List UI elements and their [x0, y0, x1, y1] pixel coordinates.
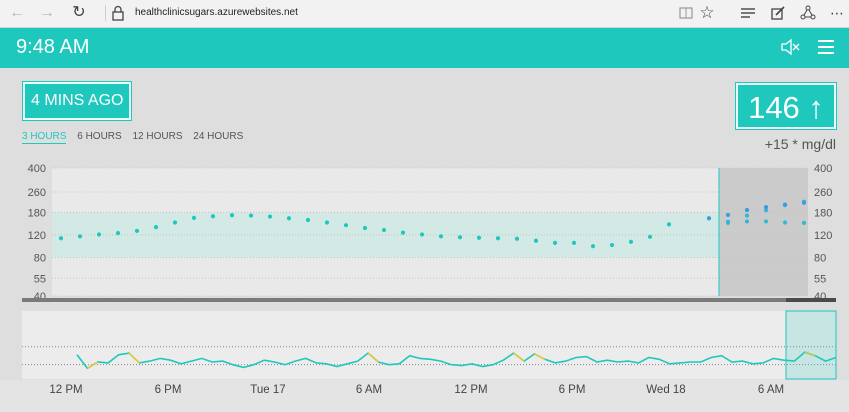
- bg-focus-chart[interactable]: 400 400260 260180 180120 12080 8055 5540 40: [0, 158, 849, 303]
- bg-reading-point: [495, 236, 501, 241]
- bg-reading-point: [476, 235, 482, 240]
- bg-reading-point: [533, 238, 539, 243]
- y-tick-label-right: 80: [814, 252, 826, 264]
- bg-reading-point: [419, 232, 425, 237]
- prediction-point: [782, 202, 788, 207]
- prediction-point: [801, 200, 807, 205]
- bg-reading-point: [191, 215, 197, 221]
- y-tick-label-left: 180: [28, 207, 46, 219]
- app-header: 9:48 AM: [0, 28, 849, 68]
- forecast-point: [744, 219, 750, 224]
- bg-reading-point: [590, 244, 596, 249]
- tab-6-hours[interactable]: 6 HOURS: [77, 131, 121, 143]
- bg-reading-point: [305, 217, 311, 223]
- tab-12-hours[interactable]: 12 HOURS: [132, 131, 182, 143]
- bg-reading-point: [324, 220, 330, 225]
- x-tick-label: 12 PM: [454, 384, 487, 396]
- bg-reading-point: [248, 213, 254, 218]
- bg-reading-point: [153, 225, 159, 230]
- bg-reading-point: [58, 236, 64, 241]
- scrollbar-thumb: [786, 298, 836, 302]
- forecast-point: [763, 219, 769, 224]
- y-tick-label-left: 260: [28, 187, 46, 199]
- prediction-point: [706, 216, 712, 221]
- x-tick-label: 12 PM: [49, 384, 82, 396]
- bg-reading-point: [571, 240, 577, 245]
- bg-reading-point: [134, 228, 140, 234]
- bg-reading-point: [115, 231, 121, 236]
- reading-view-icon[interactable]: [679, 6, 693, 20]
- brush-selection: [785, 310, 837, 380]
- y-tick-label-right: 400: [814, 163, 832, 175]
- lock-icon: [112, 5, 124, 21]
- bg-reading-point: [267, 214, 273, 219]
- bg-reading-point: [286, 216, 292, 221]
- range-tabs: 3 HOURS 6 HOURS 12 HOURS 24 HOURS: [22, 131, 251, 144]
- x-tick-label: Wed 18: [646, 384, 685, 396]
- bg-reading-point: [343, 223, 349, 228]
- bg-reading-point: [609, 242, 615, 248]
- future-background: [719, 168, 808, 296]
- last-reading-badge: 4 MINS AGO: [23, 82, 132, 120]
- bg-reading-point: [400, 230, 406, 235]
- y-tick-label-left: 80: [34, 252, 46, 264]
- refresh-icon[interactable]: ↻: [68, 3, 90, 23]
- current-time: 9:48 AM: [16, 36, 90, 58]
- scrollbar-track: [22, 298, 836, 302]
- y-tick-label-right: 120: [814, 230, 832, 242]
- x-tick-label: 6 PM: [559, 384, 586, 396]
- bg-reading-point: [381, 227, 387, 233]
- y-tick-label-right: 55: [814, 273, 826, 285]
- y-tick-label-left: 120: [28, 230, 46, 242]
- prediction-point: [744, 207, 750, 213]
- bg-reading-point: [96, 232, 102, 237]
- bg-reading-point: [457, 235, 463, 240]
- x-tick-label: 6 AM: [356, 384, 382, 396]
- tab-3-hours[interactable]: 3 HOURS: [22, 131, 67, 144]
- toolbar-divider: [105, 5, 106, 21]
- x-tick-label: 6 PM: [155, 384, 182, 396]
- bg-reading-point: [628, 239, 634, 244]
- address-bar[interactable]: healthclinicsugars.azurewebsites.net: [135, 7, 298, 18]
- bg-reading-point: [229, 213, 235, 218]
- share-icon[interactable]: [800, 5, 816, 21]
- mute-icon[interactable]: [780, 37, 800, 57]
- bg-delta: +15 * mg/dl: [764, 136, 836, 152]
- tab-24-hours[interactable]: 24 HOURS: [193, 131, 243, 143]
- prediction-point: [763, 204, 769, 210]
- forecast-point: [725, 220, 731, 225]
- y-tick-label-left: 55: [34, 273, 46, 285]
- back-icon[interactable]: ←: [6, 3, 28, 23]
- forecast-point: [782, 220, 788, 225]
- x-tick-label: Tue 17: [250, 384, 285, 396]
- bg-reading-point: [172, 220, 178, 225]
- bg-reading-point: [210, 214, 216, 219]
- bg-reading-point: [514, 236, 520, 241]
- bg-reading-point: [438, 234, 444, 239]
- bg-reading-point: [552, 240, 558, 245]
- browser-toolbar: ← → ↻ healthclinicsugars.azurewebsites.n…: [0, 0, 849, 28]
- prediction-point: [725, 212, 731, 218]
- context-background: [22, 311, 836, 379]
- bg-reading-point: [77, 234, 83, 239]
- bg-reading-point: [666, 222, 672, 227]
- hub-icon[interactable]: [741, 7, 755, 19]
- web-note-icon[interactable]: [771, 6, 785, 20]
- bg-reading-point: [647, 234, 653, 239]
- current-bg-badge: 146 ↑: [736, 83, 836, 129]
- bg-reading-point: [362, 225, 368, 231]
- menu-icon[interactable]: [818, 40, 834, 54]
- y-tick-label-left: 400: [28, 163, 46, 175]
- forecast-point: [744, 213, 750, 218]
- more-icon[interactable]: ⋯: [826, 3, 848, 23]
- favorite-star-icon[interactable]: ☆: [696, 3, 718, 23]
- forecast-point: [801, 220, 807, 225]
- y-tick-label-right: 260: [814, 187, 832, 199]
- x-tick-label: 6 AM: [758, 384, 784, 396]
- bg-context-chart[interactable]: 12 PM 6 PM Tue 17 6 AM 12 PM 6 PM Wed 18 6 AM: [0, 303, 849, 412]
- forward-icon[interactable]: →: [36, 3, 58, 23]
- y-tick-label-right: 180: [814, 207, 832, 219]
- x-axis-area: [0, 380, 849, 412]
